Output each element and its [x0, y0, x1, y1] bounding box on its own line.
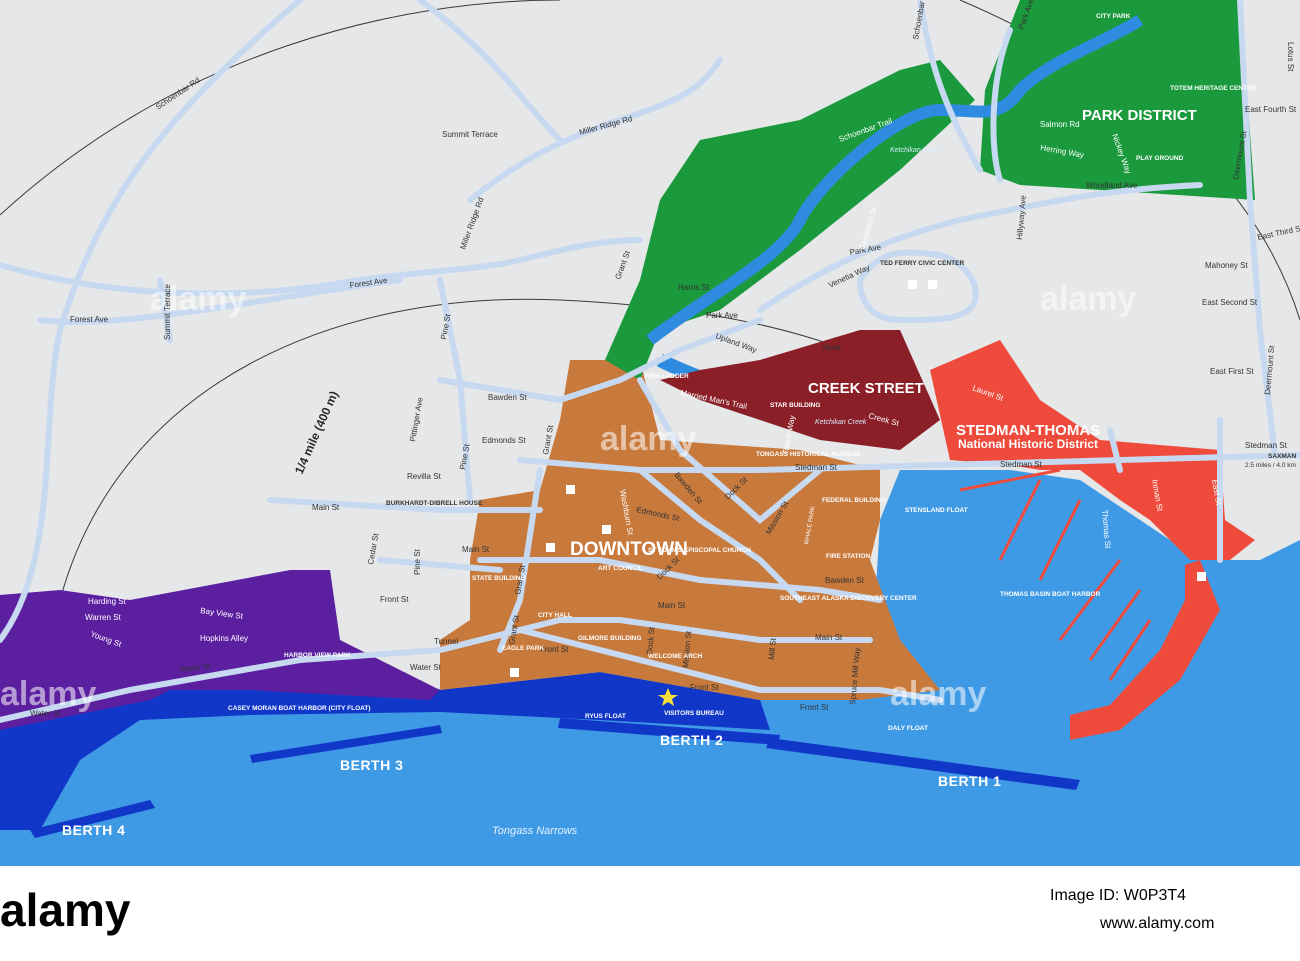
road-label: Pine St	[413, 548, 422, 575]
poi-federal-building: FEDERAL BUILDING	[822, 497, 886, 504]
poi-gilmore: GILMORE BUILDING	[578, 635, 642, 642]
alamy-logo: alamy	[0, 884, 131, 936]
poi-casey-moran: CASEY MORAN BOAT HARBOR (CITY FLOAT)	[228, 705, 371, 712]
poi-fish-ladder: FISH LADDER	[645, 373, 689, 380]
berth-2-label: BERTH 2	[660, 732, 723, 748]
road-label: Main St	[658, 601, 686, 610]
poi-star-building: STAR BUILDING	[770, 402, 820, 409]
poi-tram: TRAM	[822, 345, 841, 352]
road-label: Main St	[815, 633, 843, 642]
poi-burkhardt-house: BURKHARDT-DIBRELL HOUSE	[386, 500, 483, 507]
road-label: Main St	[312, 503, 340, 512]
road-label: Water St	[410, 663, 442, 672]
poi-welcome-arch: WELCOME ARCH	[648, 653, 703, 660]
road-label: Hopkins Alley	[200, 634, 248, 643]
poi-ted-ferry: TED FERRY CIVIC CENTER	[880, 260, 964, 267]
creek-label: Ketchikan Creek	[890, 147, 942, 154]
poi-saxman: SAXMAN	[1268, 453, 1296, 460]
ketchikan-map: alamy alamy alamy alamy alamy DOWNTOWN C…	[0, 0, 1300, 866]
poi-daly-float: DALY FLOAT	[888, 725, 928, 732]
road-label: Harding St	[88, 597, 127, 606]
road-label: Edmonds St	[482, 436, 526, 445]
road-label: Lotus St	[1286, 42, 1295, 72]
poi-tongass-museum: TONGASS HISTORICAL MUSEUM	[756, 451, 860, 458]
road-label: Front St	[690, 683, 719, 692]
poi-playground: PLAY GROUND	[1136, 155, 1184, 162]
road-label: East Second St	[1202, 298, 1258, 307]
road-label: Tunnel	[434, 637, 458, 646]
road-label: Main St	[462, 545, 490, 554]
road-label: Warren St	[85, 613, 121, 622]
road-label: Bawden St	[488, 393, 527, 402]
site-url: www.alamy.com	[1099, 915, 1214, 932]
poi-saxman-distance: 2.5 miles / 4.0 km	[1245, 462, 1296, 469]
road-label: Summit Terrace	[163, 284, 172, 340]
watermark: alamy	[1040, 280, 1136, 318]
poi-thomas-basin: THOMAS BASIN BOAT HARBOR	[1000, 591, 1101, 598]
parking-icon	[566, 485, 575, 494]
poi-fire-station: FIRE STATION	[826, 553, 870, 560]
poi-st-johns: ST JOHN'S EPISCOPAL CHURCH	[648, 547, 751, 554]
creek-label-lower: Ketchikan Creek	[815, 419, 867, 426]
road-label: Woodland Ave	[1086, 181, 1138, 190]
footer: alamy Image ID: W0P3T4 www.alamy.com	[0, 866, 1300, 956]
road-label: Stedman St	[1000, 460, 1043, 469]
road-label: Water St	[30, 709, 62, 718]
poi-discovery-center: SOUTHEAST ALASKA DISCOVERY CENTER	[780, 595, 917, 602]
poi-stensland-float: STENSLAND FLOAT	[905, 507, 968, 514]
watermark: alamy	[600, 420, 696, 458]
poi-harbor-view-park: HARBOR VIEW PARK	[284, 652, 351, 659]
poi-totem-center: TOTEM HERITAGE CENTER	[1170, 85, 1256, 92]
berth-1-label: BERTH 1	[938, 773, 1001, 789]
district-stedman-subtitle: National Historic District	[958, 437, 1098, 451]
road-label: Park Ave	[706, 311, 738, 320]
poi-art-council: ART COUNCIL	[598, 565, 643, 572]
berth-3-label: BERTH 3	[340, 757, 403, 773]
road-label: East Fourth St	[1245, 105, 1297, 114]
district-park: PARK DISTRICT	[1082, 107, 1197, 124]
image-id: Image ID: W0P3T4	[1050, 887, 1186, 904]
road-label: Stedman St	[795, 463, 838, 472]
road-label: Front St	[380, 595, 409, 604]
road-label: Salmon Rd	[1040, 120, 1080, 129]
parking-icon	[546, 543, 555, 552]
road-label: Front St	[800, 703, 829, 712]
poi-city-park: CITY PARK	[1096, 13, 1131, 20]
road-label: East First St	[1210, 367, 1254, 376]
parking-icon	[602, 525, 611, 534]
road-label: Stedman St	[1245, 441, 1288, 450]
road-label: Summit Terrace	[442, 130, 498, 139]
berth-4-label: BERTH 4	[62, 822, 125, 838]
poi-eagle-park: EAGLE PARK	[502, 645, 544, 652]
water-label: Tongass Narrows	[492, 825, 578, 837]
poi-state-building: STATE BUILDING	[472, 575, 526, 582]
road-label: Harris St	[678, 283, 710, 292]
parking-icon	[928, 280, 937, 289]
road-label: Revilla St	[407, 472, 442, 481]
watermark: alamy	[0, 675, 96, 713]
poi-ryus-float: RYUS FLOAT	[585, 713, 626, 720]
road-label: Mahoney St	[1205, 261, 1248, 270]
road-label: Bawden St	[825, 576, 864, 585]
road-label: Front St	[540, 645, 569, 654]
parking-icon	[908, 280, 917, 289]
poi-city-hall: CITY HALL	[538, 612, 572, 619]
parking-icon	[1197, 572, 1206, 581]
district-creek-street: CREEK STREET	[808, 380, 924, 397]
poi-visitors-bureau: VISITORS BUREAU	[664, 710, 724, 717]
watermark: alamy	[890, 675, 986, 713]
parking-icon	[510, 668, 519, 677]
road-label: Forest Ave	[70, 315, 109, 324]
footer-bar: alamy Image ID: W0P3T4 www.alamy.com	[0, 884, 1214, 936]
